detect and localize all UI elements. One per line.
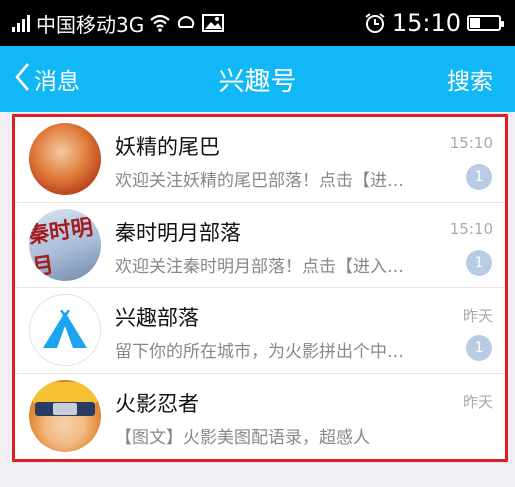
item-body: 兴趣部落 留下你的所在城市，为火影拼出个中… 昨天 1 <box>115 288 495 373</box>
item-time: 昨天 <box>462 307 493 325</box>
status-right: 15:10 <box>364 9 504 37</box>
avatar: 秦时明月 <box>29 208 101 281</box>
list-item-interest-tribe[interactable]: 兴趣部落 留下你的所在城市，为火影拼出个中… 昨天 1 <box>15 288 505 374</box>
carrier-label: 中国移动3G <box>36 12 145 37</box>
item-body: 火影忍者 【图文】火影美图配语录，超感人 昨天 <box>115 374 495 460</box>
item-preview: 【图文】火影美图配语录，超感人 <box>115 427 370 448</box>
clock: 15:10 <box>391 9 461 37</box>
list-item-naruto[interactable]: 火影忍者 【图文】火影美图配语录，超感人 昨天 <box>15 374 505 460</box>
alarm-icon <box>364 12 386 34</box>
back-button[interactable]: 消息 <box>14 46 80 112</box>
item-preview: 留下你的所在城市，为火影拼出个中… <box>115 342 404 362</box>
avatar <box>29 123 101 196</box>
interest-account-list: 妖精的尾巴 欢迎关注妖精的尾巴部落！点击【进… 15:10 1 秦时明月 秦时明… <box>12 114 508 462</box>
item-title: 妖精的尾巴 <box>115 135 220 159</box>
status-bar: 中国移动3G 15:10 <box>0 0 515 46</box>
item-time: 15:10 <box>449 219 493 238</box>
item-preview: 欢迎关注妖精的尾巴部落！点击【进… <box>115 171 404 191</box>
chevron-left-icon <box>14 62 30 96</box>
back-label: 消息 <box>34 69 80 95</box>
item-title: 秦时明月部落 <box>115 220 241 245</box>
signal-icon <box>12 14 30 32</box>
list-item-fairy-tail[interactable]: 妖精的尾巴 欢迎关注妖精的尾巴部落！点击【进… 15:10 1 <box>15 117 505 203</box>
list-item-qin-moon[interactable]: 秦时明月 秦时明月部落 欢迎关注秦时明月部落！点击【进入… 15:10 1 <box>15 203 505 288</box>
item-time: 昨天 <box>462 392 493 411</box>
avatar <box>29 294 101 367</box>
wifi-icon <box>150 14 170 32</box>
item-title: 兴趣部落 <box>115 306 199 330</box>
item-title: 火影忍者 <box>115 391 199 416</box>
sync-icon <box>176 14 196 32</box>
item-body: 秦时明月部落 欢迎关注秦时明月部落！点击【进入… 15:10 1 <box>115 203 495 288</box>
status-left: 中国移动3G <box>12 9 225 38</box>
search-button[interactable]: 搜索 <box>447 46 493 112</box>
tent-logo-icon <box>43 310 87 349</box>
unread-badge: 1 <box>466 164 492 190</box>
image-notification-icon <box>202 14 225 32</box>
avatar-logo-text: 秦时明月 <box>29 213 95 281</box>
unread-badge: 1 <box>466 335 492 361</box>
avatar <box>29 380 101 453</box>
item-preview: 欢迎关注秦时明月部落！点击【进入… <box>115 256 404 277</box>
nav-bar: 消息 兴趣号 搜索 <box>0 46 515 112</box>
battery-icon <box>467 15 504 31</box>
item-time: 15:10 <box>449 134 493 152</box>
unread-badge: 1 <box>466 249 492 276</box>
item-body: 妖精的尾巴 欢迎关注妖精的尾巴部落！点击【进… 15:10 1 <box>115 117 495 202</box>
